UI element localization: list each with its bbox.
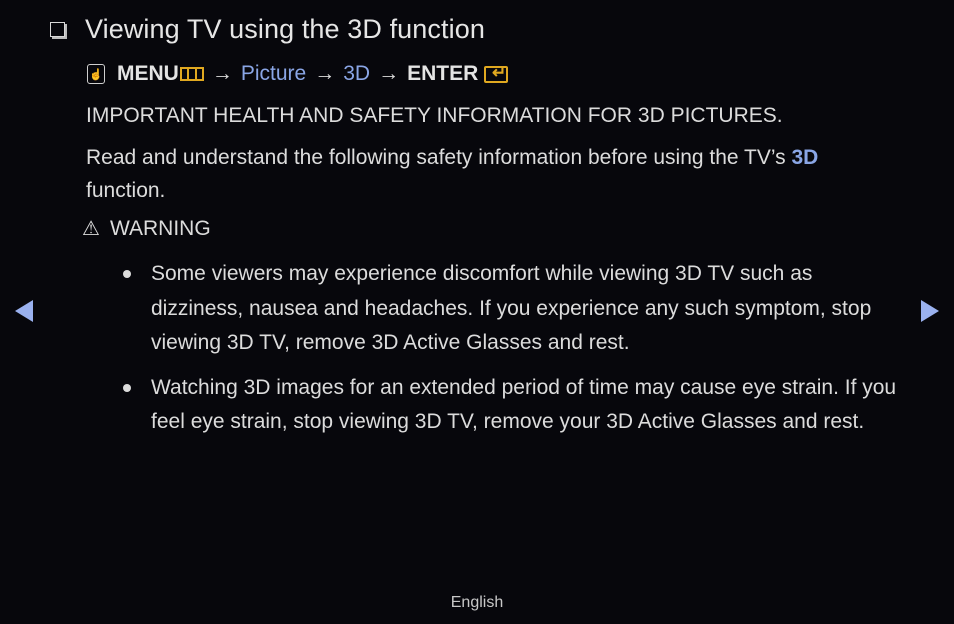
arrow-1: → <box>211 62 233 85</box>
language-label: English <box>450 594 504 611</box>
warning-heading: ⚠ WARNING <box>82 216 211 241</box>
list-item: Watching 3D images for an extended perio… <box>120 371 910 440</box>
remote-touch-icon: ☝ <box>87 64 105 84</box>
bullet-icon <box>123 383 131 392</box>
menu-path: ☝ MENU → Picture → 3D → ENTER <box>87 62 509 86</box>
intro-paragraph: Read and understand the following safety… <box>86 141 876 207</box>
intro-text: Read and understand the following safety… <box>86 146 792 169</box>
warning-label: WARNING <box>109 216 211 240</box>
warning-icon: ⚠ <box>82 218 100 240</box>
menu-label: MENU <box>117 62 179 85</box>
triangle-right-icon[interactable] <box>921 300 939 322</box>
picture-link[interactable]: Picture <box>241 62 306 86</box>
arrow-2: → <box>314 62 336 85</box>
checkbox-icon <box>50 22 65 37</box>
3d-link[interactable]: 3D <box>343 62 370 86</box>
3d-function-link[interactable]: 3D <box>792 146 819 169</box>
important-heading: IMPORTANT HEALTH AND SAFETY INFORMATION … <box>86 104 783 127</box>
list-item: Some viewers may experience discomfort w… <box>120 257 910 361</box>
title-row: Viewing TV using the 3D function <box>50 14 485 45</box>
list-item-text: Some viewers may experience discomfort w… <box>151 262 872 354</box>
menu-icon <box>179 67 204 81</box>
intro-tail: function. <box>86 179 166 202</box>
page-title: Viewing TV using the 3D function <box>85 14 485 44</box>
list-item-text: Watching 3D images for an extended perio… <box>151 375 897 434</box>
enter-icon <box>484 63 509 83</box>
enter-label: ENTER <box>407 62 479 85</box>
arrow-3: → <box>378 62 400 85</box>
bullet-icon <box>123 270 131 278</box>
triangle-left-icon[interactable] <box>15 300 33 322</box>
warning-list: Some viewers may experience discomfort w… <box>120 257 910 450</box>
